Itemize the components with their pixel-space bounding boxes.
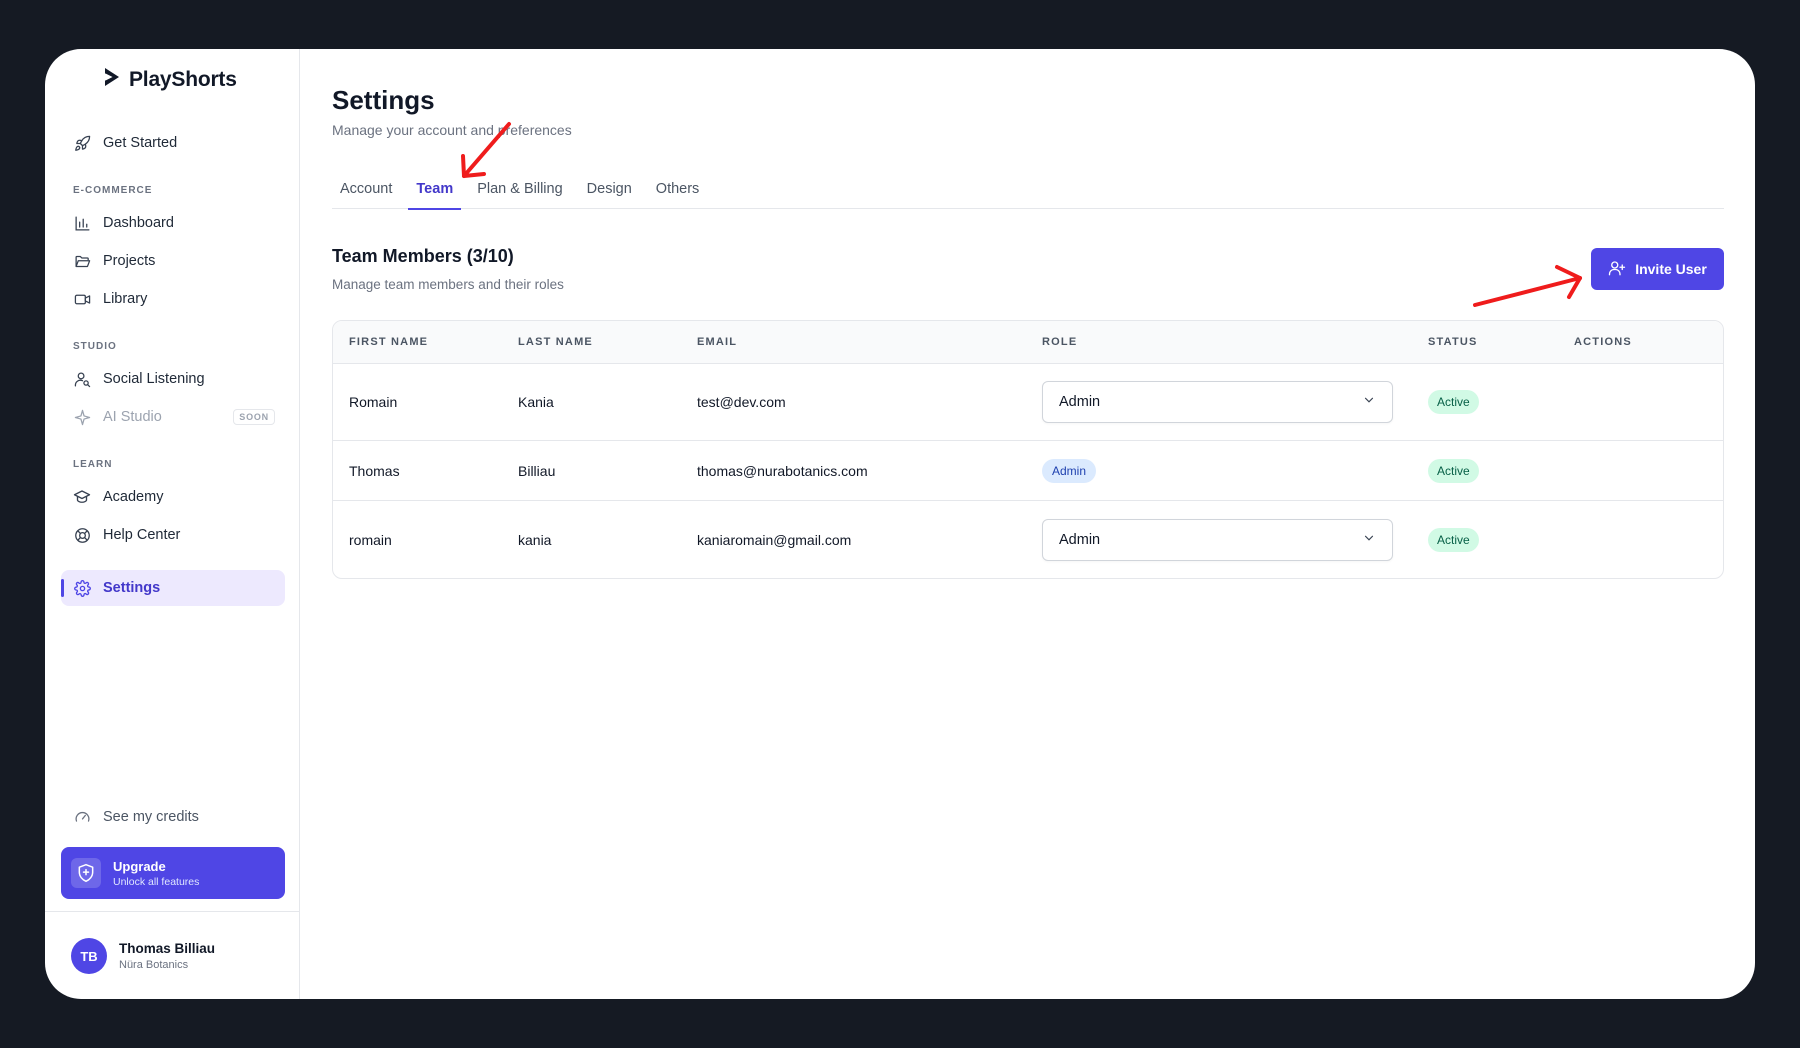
sparkle-icon <box>73 408 91 426</box>
table-row: romain kania kaniaromain@gmail.com Admin… <box>333 501 1723 578</box>
first-name-cell: romain <box>349 531 392 548</box>
upgrade-subtitle: Unlock all features <box>113 875 200 888</box>
last-name-cell: Billiau <box>518 462 556 479</box>
gauge-icon <box>73 808 91 826</box>
sidebar-item-social-listening[interactable]: Social Listening <box>61 361 285 397</box>
status-cell: Active <box>1428 390 1574 414</box>
logo-text: PlayShorts <box>129 67 237 91</box>
sidebar-item-dashboard[interactable]: Dashboard <box>61 205 285 241</box>
shield-plus-icon <box>71 858 101 888</box>
user-profile[interactable]: TB Thomas Billiau Nüra Botanics <box>71 938 215 974</box>
bar-chart-icon <box>73 214 91 232</box>
role-select-value: Admin <box>1059 394 1101 410</box>
status-cell: Active <box>1428 458 1574 483</box>
sidebar-item-label: Settings <box>103 580 161 596</box>
status-badge: Active <box>1428 390 1479 414</box>
email-cell: test@dev.com <box>697 394 786 410</box>
role-cell: Admin <box>1042 518 1428 561</box>
role-cell: Admin <box>1042 381 1428 423</box>
sidebar: PlayShorts Get Started E-COMMERCE Dashbo… <box>45 49 300 999</box>
team-members-table: FIRST NAME LAST NAME EMAIL ROLE STATUS A… <box>332 320 1724 579</box>
graduation-cap-icon <box>73 488 91 506</box>
table-row: Romain Kania test@dev.com Admin Active <box>333 364 1723 441</box>
tab-others[interactable]: Others <box>648 169 708 209</box>
user-org: Nüra Botanics <box>119 959 189 971</box>
avatar: TB <box>71 938 107 974</box>
sidebar-item-help-center[interactable]: Help Center <box>61 517 285 553</box>
sidebar-item-label: See my credits <box>103 809 199 825</box>
sidebar-item-label: Academy <box>103 489 164 505</box>
sidebar-divider <box>45 911 300 912</box>
sidebar-item-label: Projects <box>103 253 156 269</box>
table-header: FIRST NAME LAST NAME EMAIL ROLE STATUS A… <box>333 321 1723 364</box>
role-select-value: Admin <box>1059 531 1101 548</box>
sidebar-item-label: Get Started <box>103 135 178 151</box>
team-members-title: Team Members (3/10) <box>332 246 514 266</box>
sidebar-item-label: Library <box>103 291 148 307</box>
role-cell: Admin <box>1042 458 1428 483</box>
video-camera-icon <box>73 290 91 308</box>
sidebar-item-label: Dashboard <box>103 215 174 231</box>
invite-user-button[interactable]: Invite User <box>1591 248 1724 290</box>
sidebar-item-library[interactable]: Library <box>61 281 285 317</box>
role-select[interactable]: Admin <box>1042 518 1393 561</box>
playshorts-logo-icon <box>103 67 121 92</box>
chevron-down-icon <box>1362 531 1376 549</box>
column-header: ACTIONS <box>1574 336 1632 348</box>
tab-account[interactable]: Account <box>332 169 400 209</box>
sidebar-item-credits[interactable]: See my credits <box>61 799 285 835</box>
column-header: FIRST NAME <box>349 336 429 348</box>
sidebar-item-settings[interactable]: Settings <box>61 570 285 606</box>
tab-design[interactable]: Design <box>579 169 640 209</box>
team-members-subtitle: Manage team members and their roles <box>332 277 564 292</box>
life-buoy-icon <box>73 526 91 544</box>
sidebar-item-get-started[interactable]: Get Started <box>61 125 285 161</box>
role-badge: Admin <box>1042 458 1097 483</box>
column-header: ROLE <box>1042 336 1078 348</box>
sidebar-item-label: AI Studio <box>103 409 162 425</box>
last-name-cell: Kania <box>518 394 554 410</box>
section-label-ecommerce: E-COMMERCE <box>73 185 153 196</box>
role-select[interactable]: Admin <box>1042 381 1393 423</box>
section-label-learn: LEARN <box>73 459 113 470</box>
page-title: Settings <box>332 85 435 115</box>
logo[interactable]: PlayShorts <box>103 67 237 92</box>
column-header: STATUS <box>1428 336 1478 348</box>
status-badge: Active <box>1428 527 1479 552</box>
app-window: PlayShorts Get Started E-COMMERCE Dashbo… <box>45 49 1755 999</box>
sidebar-item-label: Social Listening <box>103 371 205 387</box>
sidebar-item-ai-studio: AI Studio SOON <box>61 399 285 435</box>
column-header: LAST NAME <box>518 336 593 348</box>
section-label-studio: STUDIO <box>73 341 117 352</box>
column-header: EMAIL <box>697 336 738 348</box>
settings-tabs: Account Team Plan & Billing Design Other… <box>332 169 1724 210</box>
chevron-down-icon <box>1362 393 1376 411</box>
folder-open-icon <box>73 252 91 270</box>
sidebar-item-label: Help Center <box>103 527 181 543</box>
gear-icon <box>73 579 91 597</box>
status-badge: Active <box>1428 458 1479 483</box>
sidebar-item-projects[interactable]: Projects <box>61 243 285 279</box>
user-name: Thomas Billiau <box>119 941 216 956</box>
table-row: Thomas Billiau thomas@nurabotanics.com A… <box>333 441 1723 501</box>
status-cell: Active <box>1428 527 1574 552</box>
soon-badge: SOON <box>233 409 275 425</box>
first-name-cell: Thomas <box>349 462 400 479</box>
email-cell: thomas@nurabotanics.com <box>697 462 868 479</box>
upgrade-button[interactable]: Upgrade Unlock all features <box>61 847 285 899</box>
user-search-icon <box>73 370 91 388</box>
last-name-cell: kania <box>518 531 552 548</box>
main-content: Settings Manage your account and prefere… <box>300 49 1755 999</box>
invite-user-label: Invite User <box>1635 261 1707 277</box>
tab-team[interactable]: Team <box>408 169 462 210</box>
email-cell: kaniaromain@gmail.com <box>697 531 852 548</box>
user-plus-icon <box>1608 259 1626 280</box>
page-subtitle: Manage your account and preferences <box>332 122 572 138</box>
tab-plan-billing[interactable]: Plan & Billing <box>469 169 570 209</box>
first-name-cell: Romain <box>349 394 398 410</box>
upgrade-title: Upgrade <box>113 858 166 874</box>
sidebar-item-academy[interactable]: Academy <box>61 479 285 515</box>
rocket-icon <box>73 134 91 152</box>
